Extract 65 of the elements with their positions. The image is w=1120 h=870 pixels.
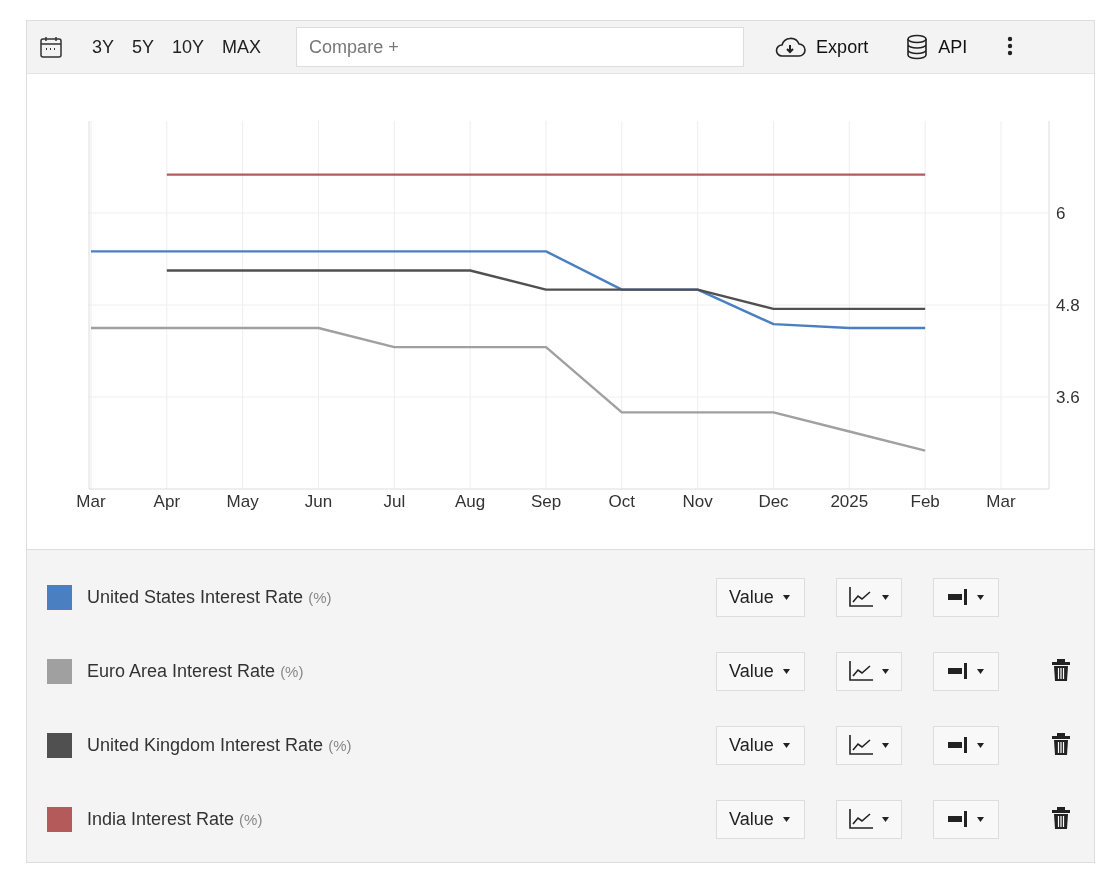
caret-icon xyxy=(882,742,889,748)
axis-dropdown[interactable] xyxy=(933,651,999,691)
series-name: India Interest Rate (%) xyxy=(87,808,263,830)
x-axis-label: Aug xyxy=(455,492,486,511)
axis-dropdown[interactable] xyxy=(933,577,999,617)
x-axis-label: Mar xyxy=(986,492,1016,511)
x-axis-label: May xyxy=(226,492,259,511)
axis-dropdown[interactable] xyxy=(933,725,999,765)
line-chart-icon xyxy=(849,661,873,681)
trash-icon[interactable] xyxy=(1051,806,1071,830)
calendar-icon[interactable] xyxy=(39,35,63,59)
line-chart-icon xyxy=(849,587,873,607)
caret-icon xyxy=(882,816,889,822)
caret-icon xyxy=(782,742,790,748)
x-axis-label: Sep xyxy=(530,492,562,511)
x-axis-label: Dec xyxy=(758,492,789,511)
chart-type-dropdown[interactable] xyxy=(836,725,902,765)
series-name: Euro Area Interest Rate (%) xyxy=(87,660,304,682)
series-name: United Kingdom Interest Rate (%) xyxy=(87,734,352,756)
axis-icon xyxy=(948,811,968,827)
axis-dropdown[interactable] xyxy=(933,799,999,839)
axis-icon xyxy=(948,589,968,605)
chart-type-dropdown[interactable] xyxy=(836,577,902,617)
api-button[interactable]: API xyxy=(898,34,976,60)
cloud-download-icon xyxy=(774,36,807,58)
export-button[interactable]: Export xyxy=(766,36,877,58)
trash-icon[interactable] xyxy=(1051,658,1071,682)
range-button[interactable]: MAX xyxy=(213,36,271,58)
line-chart-icon xyxy=(849,735,873,755)
trash-icon[interactable] xyxy=(1051,732,1071,756)
line-chart-icon xyxy=(849,809,873,829)
x-axis-label: Jun xyxy=(304,492,333,511)
caret-icon xyxy=(782,668,790,674)
x-axis-label: Nov xyxy=(682,492,713,511)
y-axis-label: 3.6 xyxy=(1056,388,1080,407)
x-axis-label: Feb xyxy=(910,492,940,511)
caret-icon xyxy=(882,594,889,600)
value-dropdown[interactable]: Value xyxy=(716,651,805,691)
caret-icon xyxy=(782,594,790,600)
axis-icon xyxy=(948,663,968,679)
series-name: United States Interest Rate (%) xyxy=(87,586,332,608)
x-axis-label: Oct xyxy=(608,492,636,511)
caret-icon xyxy=(977,816,984,822)
caret-icon xyxy=(782,816,790,822)
chart-type-dropdown[interactable] xyxy=(836,651,902,691)
value-dropdown[interactable]: Value xyxy=(716,725,805,765)
chart-type-dropdown[interactable] xyxy=(836,799,902,839)
caret-icon xyxy=(882,668,889,674)
range-button[interactable]: 10Y xyxy=(163,36,214,58)
caret-icon xyxy=(977,742,984,748)
x-axis-label: Apr xyxy=(153,492,181,511)
x-axis-label: Jul xyxy=(383,492,406,511)
range-button[interactable]: 5Y xyxy=(123,36,164,58)
compare-field[interactable]: Compare + xyxy=(296,27,745,67)
caret-icon xyxy=(977,594,984,600)
y-axis-label: 4.8 xyxy=(1056,296,1080,315)
x-axis-label: Mar xyxy=(76,492,106,511)
y-axis-label: 6 xyxy=(1056,204,1066,223)
axis-icon xyxy=(948,737,968,753)
x-axis-label: 2025 xyxy=(830,492,869,511)
caret-icon xyxy=(977,668,984,674)
value-dropdown[interactable]: Value xyxy=(716,799,805,839)
database-icon xyxy=(906,34,929,60)
value-dropdown[interactable]: Value xyxy=(716,577,805,617)
range-button[interactable]: 3Y xyxy=(83,36,124,58)
